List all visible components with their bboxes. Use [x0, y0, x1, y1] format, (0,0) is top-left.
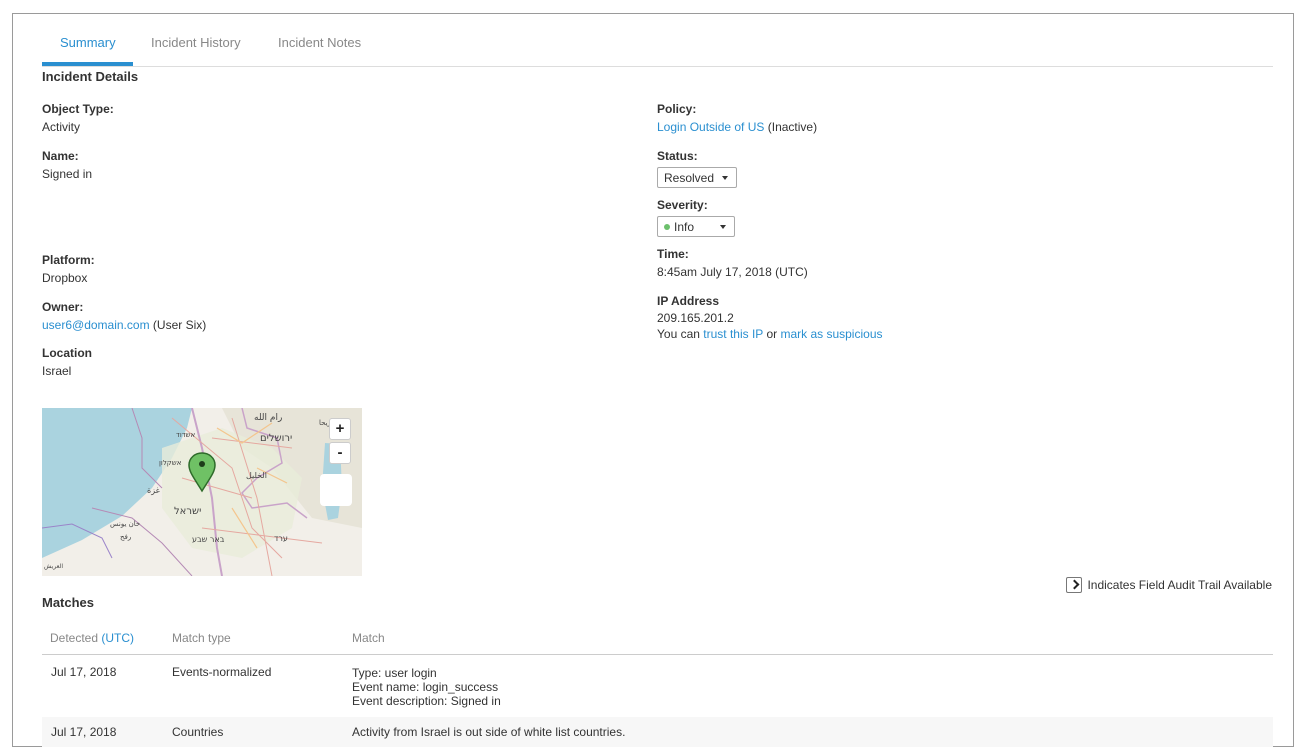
utc-timezone-link[interactable]: (UTC): [101, 631, 134, 645]
map-label: العريش: [44, 563, 63, 570]
tab-incident-history[interactable]: Incident History: [151, 35, 241, 50]
owner-email-link[interactable]: user6@domain.com: [42, 318, 150, 332]
incident-panel: Summary Incident History Incident Notes …: [12, 13, 1294, 747]
owner-name: (User Six): [152, 318, 207, 332]
platform-value: Dropbox: [42, 271, 88, 285]
cell-match-type: Countries: [172, 725, 224, 739]
severity-selected-value: Info: [674, 220, 695, 234]
trust-ip-link[interactable]: trust this IP: [703, 327, 763, 341]
policy-label: Policy:: [657, 102, 697, 116]
location-value: Israel: [42, 364, 72, 378]
col-header-detected-label: Detected: [50, 631, 99, 645]
map-label: غزة: [147, 486, 160, 495]
cell-match-line: Event name: login_success: [352, 680, 499, 694]
owner-value: user6@domain.com (User Six): [42, 318, 206, 332]
object-type-value: Activity: [42, 120, 81, 134]
table-row[interactable]: Jul 17, 2018 Countries Activity from Isr…: [42, 717, 1273, 747]
ip-address-value: 209.165.201.2: [657, 311, 734, 325]
chevron-down-icon: [720, 225, 726, 229]
map-label: ערד: [274, 534, 288, 543]
cell-match-line: Type: user login: [352, 666, 437, 680]
active-tab-indicator: [42, 62, 133, 66]
map-label: באר שבע: [192, 535, 225, 544]
map-label: رفح: [120, 533, 131, 541]
ip-actions: You can trust this IP or mark as suspici…: [657, 327, 883, 341]
cell-match-type: Events-normalized: [172, 665, 272, 679]
name-label: Name:: [42, 149, 79, 163]
map-label: אשדוד: [176, 431, 196, 439]
severity-select[interactable]: Info: [657, 216, 735, 237]
location-map[interactable]: رام الله أريحا ירושלים אשדוד אשקלון غزة …: [42, 408, 362, 576]
tab-summary[interactable]: Summary: [60, 35, 116, 50]
status-selected-value: Resolved: [664, 171, 715, 185]
audit-trail-text: Indicates Field Audit Trail Available: [1087, 578, 1272, 592]
object-type-label: Object Type:: [42, 102, 114, 116]
owner-label: Owner:: [42, 300, 84, 314]
col-header-match[interactable]: Match: [352, 631, 385, 645]
ip-actions-prefix: You can: [657, 327, 700, 341]
status-select[interactable]: Resolved: [657, 167, 737, 188]
col-header-match-type[interactable]: Match type: [172, 631, 231, 645]
policy-link[interactable]: Login Outside of US: [657, 120, 764, 134]
severity-label: Severity:: [657, 198, 708, 212]
status-label: Status:: [657, 149, 698, 163]
map-label: الخليل: [246, 471, 267, 480]
ip-actions-or: or: [766, 327, 778, 341]
tab-bar: Summary Incident History Incident Notes: [42, 14, 1273, 67]
tab-incident-notes[interactable]: Incident Notes: [278, 35, 361, 50]
map-label: ישראל: [174, 506, 201, 517]
time-value: 8:45am July 17, 2018 (UTC): [657, 265, 808, 279]
time-label: Time:: [657, 247, 689, 261]
mark-suspicious-link[interactable]: mark as suspicious: [780, 327, 882, 341]
cell-match-line: Activity from Israel is out side of whit…: [352, 725, 626, 739]
map-label: رام الله: [254, 413, 282, 423]
matches-title: Matches: [42, 595, 95, 610]
platform-label: Platform:: [42, 253, 95, 267]
incident-details-title: Incident Details: [42, 69, 139, 84]
cell-detected: Jul 17, 2018: [51, 665, 117, 679]
location-label: Location: [42, 346, 92, 360]
cell-match-line: Event description: Signed in: [352, 694, 501, 708]
chevron-down-icon: [722, 176, 728, 180]
table-row[interactable]: Jul 17, 2018 Events-normalized Type: use…: [42, 655, 1273, 717]
audit-trail-legend: Indicates Field Audit Trail Available: [1066, 577, 1272, 593]
policy-value: Login Outside of US (Inactive): [657, 120, 817, 134]
col-header-detected[interactable]: Detected (UTC): [50, 631, 134, 645]
severity-dot-icon: [664, 224, 670, 230]
ip-address-label: IP Address: [657, 294, 720, 308]
chevron-right-icon: [1066, 577, 1083, 593]
policy-state: (Inactive): [767, 120, 818, 134]
zoom-out-button[interactable]: -: [329, 442, 351, 464]
cell-detected: Jul 17, 2018: [51, 725, 117, 739]
name-value: Signed in: [42, 167, 93, 181]
map-control-button[interactable]: [320, 474, 352, 506]
map-label: خان يونس: [110, 520, 140, 528]
zoom-in-button[interactable]: +: [329, 418, 351, 440]
map-label: אשקלון: [159, 459, 182, 467]
map-tiles: رام الله أريحا ירושלים אשדוד אשקלון غزة …: [42, 408, 362, 576]
map-label: ירושלים: [260, 433, 292, 444]
